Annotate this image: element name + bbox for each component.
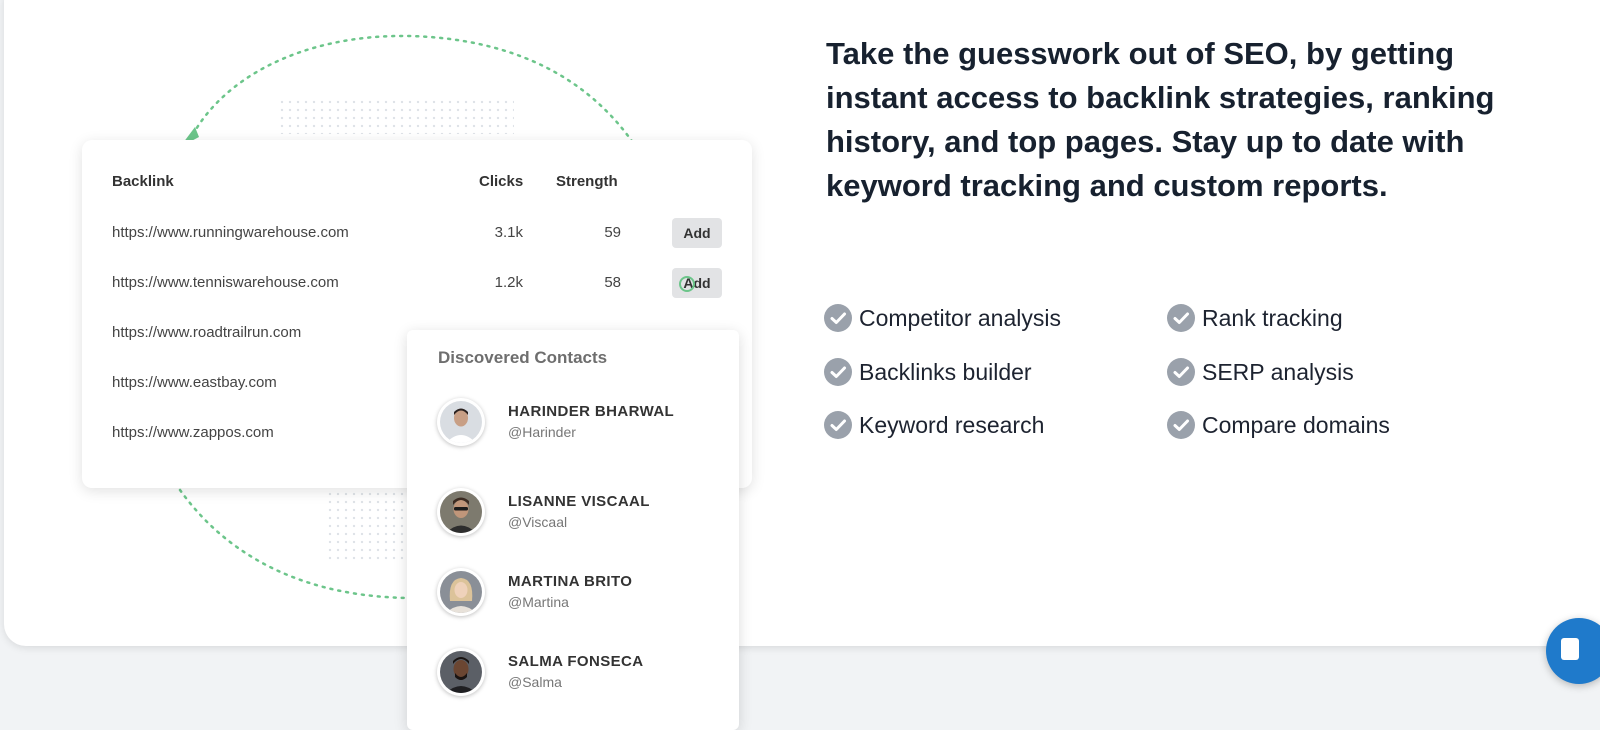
feature-item: Backlinks builder xyxy=(824,358,1032,386)
check-circle-icon xyxy=(824,358,852,386)
backlink-url[interactable]: https://www.runningwarehouse.com xyxy=(112,224,349,241)
discovered-contacts-card: Discovered Contacts HARINDER BHARWAL @Ha… xyxy=(407,330,739,730)
avatar xyxy=(437,488,485,536)
avatar xyxy=(437,398,485,446)
contact-name: HARINDER BHARWAL xyxy=(508,403,675,420)
contact-name: LISANNE VISCAAL xyxy=(508,493,650,510)
feature-label: Backlinks builder xyxy=(859,358,1032,385)
backlink-url[interactable]: https://www.eastbay.com xyxy=(112,374,277,391)
check-circle-icon xyxy=(824,411,852,439)
connector-ring-icon xyxy=(679,276,695,292)
feature-label: Compare domains xyxy=(1202,411,1390,438)
feature-item: Compare domains xyxy=(1167,411,1390,439)
feature-item: Competitor analysis xyxy=(824,304,1061,332)
feature-label: Competitor analysis xyxy=(859,304,1061,331)
feature-item: Keyword research xyxy=(824,411,1044,439)
strength-column-header: Strength xyxy=(556,173,618,190)
contact-name: MARTINA BRITO xyxy=(508,573,633,590)
clicks-value: 3.1k xyxy=(494,224,523,241)
feature-label: Keyword research xyxy=(859,411,1045,438)
backlink-url[interactable]: https://www.tenniswarehouse.com xyxy=(112,274,339,291)
contact-item[interactable]: MARTINA BRITO @Martina xyxy=(407,568,739,624)
chat-icon xyxy=(1561,638,1579,660)
contact-item[interactable]: HARINDER BHARWAL @Harinder xyxy=(407,398,739,454)
clicks-value: 1.2k xyxy=(494,274,523,291)
feature-item: Rank tracking xyxy=(1167,304,1343,332)
check-circle-icon xyxy=(824,304,852,332)
table-row: https://www.tenniswarehouse.com 1.2k 58 … xyxy=(82,268,752,298)
contact-handle: @Martina xyxy=(508,594,569,610)
add-button[interactable]: Add xyxy=(672,218,722,248)
feature-item: SERP analysis xyxy=(1167,358,1354,386)
clicks-column-header: Clicks xyxy=(479,173,524,190)
backlink-column-header: Backlink xyxy=(112,173,174,190)
contact-name: SALMA FONSECA xyxy=(508,653,644,670)
table-row: https://www.runningwarehouse.com 3.1k 59… xyxy=(82,218,752,248)
strength-value: 59 xyxy=(604,224,621,241)
strength-value: 58 xyxy=(604,274,621,291)
contact-handle: @Viscaal xyxy=(508,514,568,530)
check-circle-icon xyxy=(1167,304,1195,332)
section-headline: Take the guesswork out of SEO, by gettin… xyxy=(826,36,1495,203)
backlink-url[interactable]: https://www.roadtrailrun.com xyxy=(112,324,301,341)
contacts-title: Discovered Contacts xyxy=(438,348,608,367)
contact-handle: @Salma xyxy=(508,674,562,690)
feature-label: Rank tracking xyxy=(1202,304,1343,331)
check-circle-icon xyxy=(1167,411,1195,439)
check-circle-icon xyxy=(1167,358,1195,386)
contact-item[interactable]: LISANNE VISCAAL @Viscaal xyxy=(407,488,739,544)
backlink-url[interactable]: https://www.zappos.com xyxy=(112,424,274,441)
contact-item[interactable]: SALMA FONSECA @Salma xyxy=(407,648,739,704)
avatar xyxy=(437,568,485,616)
avatar xyxy=(437,648,485,696)
contact-handle: @Harinder xyxy=(508,424,576,440)
feature-label: SERP analysis xyxy=(1202,358,1354,385)
